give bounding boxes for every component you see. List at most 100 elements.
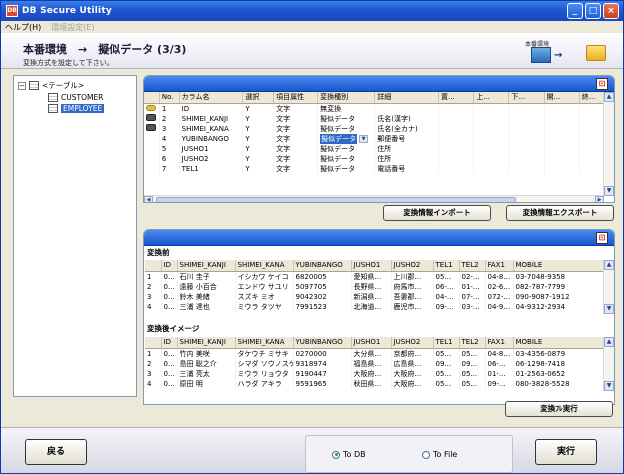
scroll-thumb[interactable] (156, 197, 516, 202)
grid-header[interactable]: SHIMEI_KANA (235, 337, 294, 349)
grid-header[interactable]: 項目属性 (273, 92, 319, 104)
grid-header[interactable]: 開... (544, 92, 580, 104)
grid-header[interactable]: JUSHO2 (391, 337, 434, 349)
radio-to-file[interactable]: To File (422, 450, 457, 459)
cell-detail[interactable] (374, 103, 440, 114)
cell-detail[interactable]: 郵便番号 (374, 133, 440, 144)
radio-to-db[interactable]: To DB (332, 450, 366, 459)
table-row[interactable]: 1 0... 石川 圭子 イシカワ ケイコ 6820005 愛知県... 上川郡... 05.… (145, 271, 604, 282)
minimize-icon[interactable]: _ (567, 3, 583, 19)
grid-header[interactable]: 選択 (242, 92, 275, 104)
grid-header[interactable]: JUSHO1 (351, 260, 392, 272)
tree-item-customer[interactable]: CUSTOMER (48, 92, 103, 103)
close-icon[interactable]: × (603, 3, 619, 19)
table-row[interactable]: 2 0... 遠藤 小百合 エンドウ サユリ 5097705 長野県... 府馬市... 06… (145, 281, 604, 292)
table-tree[interactable]: − <テーブル> CUSTOMER EMPLOYEE (13, 75, 137, 397)
before-data-grid[interactable]: ID SHIMEI_KANJI SHIMEI_KANA YUBINBANGO J… (145, 260, 604, 312)
vertical-scrollbar[interactable]: ▲ ▼ (603, 92, 614, 196)
grid-header[interactable]: SHIMEI_KANJI (177, 260, 236, 272)
cell-select[interactable]: Y (242, 133, 275, 144)
grid-header[interactable]: SHIMEI_KANA (235, 260, 294, 272)
grid-header[interactable]: 詳細 (374, 92, 440, 104)
table-row[interactable]: 3 0... 三浦 亮太 ミウラ リョウタ 9190447 大阪府... 大阪府... 05.… (145, 368, 604, 379)
scroll-left-icon[interactable]: ◀ (144, 196, 153, 202)
cell-detail[interactable]: 住所 (374, 153, 440, 164)
grid-header[interactable]: TEL2 (459, 260, 486, 272)
grid-header[interactable]: ID (161, 337, 178, 349)
cell-conversion-type[interactable]: 擬似データ (317, 143, 376, 154)
cell-conversion-type[interactable]: 擬似データ (317, 153, 376, 164)
table-row[interactable]: 6 JUSHO2 Y 文字 擬似データ 住所 (144, 153, 605, 164)
grid-header[interactable]: TEL1 (433, 337, 460, 349)
collapse-icon[interactable]: − (18, 81, 26, 90)
chevron-down-icon[interactable]: ▼ (359, 134, 369, 143)
scroll-down-icon[interactable]: ▼ (604, 186, 614, 196)
table-row[interactable]: 4 0... 原田 明ハラダ アキラ 9591965 秋田県... 大阪府... 05...… (145, 378, 604, 389)
vertical-scrollbar[interactable]: ▲ ▼ (603, 337, 614, 391)
after-data-grid[interactable]: ID SHIMEI_KANJI SHIMEI_KANA YUBINBANGO J… (145, 337, 604, 389)
grid-header[interactable] (144, 92, 160, 104)
cell-detail[interactable]: 氏名(全カナ) (374, 123, 440, 134)
conversion-type-dropdown[interactable]: 擬似データ ▼ (317, 133, 376, 144)
horizontal-scrollbar[interactable]: ◀ ▶ (144, 195, 604, 202)
grid-header[interactable] (145, 337, 162, 349)
radio-unselected-icon[interactable] (422, 450, 430, 459)
cell-conversion-type[interactable]: 擬似データ (317, 113, 376, 124)
grid-header[interactable]: JUSHO1 (351, 337, 392, 349)
tree-root[interactable]: − <テーブル> (18, 80, 84, 91)
grid-header[interactable]: MOBILE (513, 260, 604, 272)
cell-select[interactable]: Y (242, 143, 275, 154)
run-button[interactable]: 実行 (535, 439, 597, 465)
grid-header[interactable]: 上... (473, 92, 510, 104)
cell-detail[interactable]: 氏名(漢字) (374, 113, 440, 124)
grid-header[interactable]: FAX1 (485, 337, 514, 349)
grid-header[interactable]: YUBINBANGO (293, 337, 352, 349)
cell-conversion-type[interactable]: 擬似データ (317, 123, 376, 134)
table-row[interactable]: 3 0... 鈴木 美緒 スズキ ミオ 9042302 新潟県... 吾妻郡... 04-..… (145, 291, 604, 302)
grid-header[interactable]: 下... (508, 92, 545, 104)
grid-header[interactable]: TEL2 (459, 337, 486, 349)
grid-header[interactable]: JUSHO2 (391, 260, 434, 272)
panel-expand-icon[interactable]: ⊡ (596, 232, 608, 244)
grid-header[interactable]: TEL1 (433, 260, 460, 272)
table-row[interactable]: 2 SHIMEI_KANJI Y 文字 擬似データ 氏名(漢字) (144, 113, 605, 124)
cell-select[interactable]: Y (242, 103, 275, 114)
scroll-right-icon[interactable]: ▶ (595, 196, 604, 202)
cell-detail[interactable]: 電話番号 (374, 163, 440, 174)
table-row[interactable]: 1 0... 竹内 美咲 タケウチ ミサキ 0270000 大分県... 京都府... 05.… (145, 348, 604, 359)
scroll-up-icon[interactable]: ▲ (604, 337, 614, 347)
radio-selected-icon[interactable] (332, 450, 340, 459)
grid-header[interactable]: SHIMEI_KANJI (177, 337, 236, 349)
back-button[interactable]: 戻る (25, 439, 87, 465)
maximize-icon[interactable]: □ (585, 3, 601, 19)
scroll-up-icon[interactable]: ▲ (604, 260, 614, 270)
table-row[interactable]: 2 0... 島田 聡之介 シマダ ソウノスケ 9318974 福島県... 広島県... 0… (145, 358, 604, 369)
grid-header[interactable]: No. (159, 92, 180, 104)
vertical-scrollbar[interactable]: ▲ ▼ (603, 260, 614, 314)
conversion-type-selected[interactable]: 擬似データ (320, 133, 358, 144)
cell-select[interactable]: Y (242, 113, 275, 124)
grid-header[interactable]: 置... (438, 92, 475, 104)
cell-select[interactable]: Y (242, 163, 275, 174)
menu-help[interactable]: ヘルプ(H) (5, 22, 41, 33)
test-conversion-button[interactable]: 変換ﾌﾚ実行 (505, 401, 613, 417)
cell-select[interactable]: Y (242, 123, 275, 134)
grid-header[interactable]: YUBINBANGO (293, 260, 352, 272)
column-settings-grid[interactable]: No. カラム名 選択 項目属性 変換種別 詳細 置... 上... 下... … (144, 92, 605, 174)
cell-conversion-type[interactable]: 無変換 (317, 103, 376, 114)
scroll-down-icon[interactable]: ▼ (604, 304, 614, 314)
scroll-down-icon[interactable]: ▼ (604, 381, 614, 391)
grid-header[interactable] (145, 260, 162, 272)
table-row[interactable]: 5 JUSHO1 Y 文字 擬似データ 住所 (144, 143, 605, 154)
scroll-up-icon[interactable]: ▲ (604, 92, 614, 102)
table-row[interactable]: 4 YUBINBANGO Y 文字 擬似データ ▼ 郵便番号 (144, 133, 605, 144)
import-conversion-info-button[interactable]: 変換情報インポート (383, 205, 491, 221)
table-row[interactable]: 1 ID Y 文字 無変換 (144, 103, 605, 114)
panel-expand-icon[interactable]: ⊡ (596, 78, 608, 90)
table-row[interactable]: 3 SHIMEI_KANA Y 文字 擬似データ 氏名(全カナ) (144, 123, 605, 134)
table-row[interactable]: 4 0... 三浦 達也 ミウラ タツヤ 7991523 北海道... 鹿児市... 09-.… (145, 301, 604, 312)
grid-header[interactable]: MOBILE (513, 337, 604, 349)
title-bar[interactable]: DB DB Secure Utility _ □ × (1, 1, 623, 21)
grid-header[interactable]: カラム名 (179, 92, 244, 104)
grid-header[interactable]: ID (161, 260, 178, 272)
